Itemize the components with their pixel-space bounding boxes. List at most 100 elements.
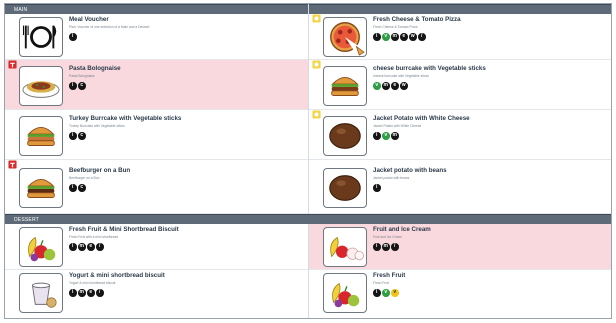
item-description: Plan: Voucher of one selection of a Main… bbox=[69, 25, 150, 29]
info-icon[interactable]: i bbox=[69, 289, 77, 297]
menu-card-yogurt-shortbread[interactable]: Yogurt & mini shortbread biscuit Yogurt … bbox=[5, 270, 308, 318]
egg-icon[interactable]: e bbox=[87, 289, 95, 297]
item-title: Fresh Fruit bbox=[373, 272, 406, 279]
allergen-icons: i c bbox=[69, 184, 86, 192]
celery-icon[interactable]: c bbox=[78, 184, 86, 192]
potato-icon bbox=[329, 175, 361, 201]
item-title: Jacket Potato with White Cheese bbox=[373, 115, 470, 122]
info-icon[interactable]: i bbox=[69, 33, 77, 41]
menu-card-cheese-burrcake[interactable]: cheese burrcake with Vegetable sticks ch… bbox=[309, 60, 611, 110]
top-pick-badge-icon bbox=[8, 60, 17, 69]
fruit-image bbox=[19, 227, 63, 267]
menu-card-pasta-bolognaise[interactable]: Pasta Bolognaise Pasta Bolognaise i c bbox=[5, 60, 308, 110]
egg-icon[interactable]: e bbox=[400, 33, 408, 41]
milk-icon[interactable]: m bbox=[391, 33, 399, 41]
vegetarian-icon[interactable]: v bbox=[382, 33, 390, 41]
allergen-icons: v m e w bbox=[373, 82, 408, 90]
allergen-icons: i v v bbox=[373, 289, 399, 297]
allergen-icons: i m e / bbox=[69, 289, 104, 297]
allergen-icons: i c bbox=[69, 82, 86, 90]
potato-image bbox=[323, 168, 367, 208]
fruit-ice-cream-image bbox=[323, 227, 367, 267]
menu-card-cheese-tomato-pizza[interactable]: Fresh Cheese & Tomato Pizza Fresh Cheese… bbox=[309, 14, 611, 60]
item-description: cheese burrcake with Vegetable sticks bbox=[373, 74, 429, 78]
burger-image bbox=[323, 66, 367, 106]
item-description: Jacket potato with beans bbox=[373, 176, 410, 180]
info-icon[interactable]: i bbox=[69, 184, 77, 192]
menu-card-fresh-fruit[interactable]: Fresh Fruit Fresh Fruit i v v bbox=[309, 270, 611, 318]
yogurt-icon bbox=[31, 282, 57, 308]
info-icon[interactable]: i bbox=[373, 289, 381, 297]
item-title: Beefburger on a Bun bbox=[69, 167, 131, 174]
mustard-icon[interactable]: / bbox=[96, 243, 104, 251]
info-icon[interactable]: i bbox=[373, 243, 381, 251]
menu-card-jacket-potato-cheese[interactable]: Jacket Potato with White Cheese Jacket P… bbox=[309, 110, 611, 160]
item-title: Pasta Bolognaise bbox=[69, 65, 121, 72]
plate-cutlery-icon bbox=[22, 25, 57, 49]
allergen-icons: i bbox=[373, 184, 381, 192]
item-title: Fresh Cheese & Tomato Pizza bbox=[373, 16, 461, 23]
pasta-icon bbox=[22, 81, 60, 98]
allergen-icons: i m / bbox=[373, 243, 399, 251]
allergen-icons: i c bbox=[69, 132, 86, 140]
item-description: Fresh Cheese & Tomato Pizza bbox=[373, 25, 418, 29]
vegetarian-icon[interactable]: v bbox=[373, 82, 381, 90]
burger-icon bbox=[331, 76, 359, 96]
menu-card-meal-voucher[interactable]: Meal Voucher Plan: Voucher of one select… bbox=[5, 14, 308, 60]
celery-icon[interactable]: c bbox=[78, 132, 86, 140]
milk-icon[interactable]: m bbox=[391, 132, 399, 140]
egg-icon[interactable]: e bbox=[87, 243, 95, 251]
fruit-bowl-icon bbox=[332, 282, 360, 308]
vegan-icon[interactable]: v bbox=[391, 289, 399, 297]
info-icon[interactable]: i bbox=[373, 33, 381, 41]
vegetarian-icon[interactable]: v bbox=[382, 132, 390, 140]
egg-icon[interactable]: e bbox=[391, 82, 399, 90]
milk-icon[interactable]: m bbox=[382, 82, 390, 90]
allergen-icons: i v m e w / bbox=[373, 33, 426, 41]
info-icon[interactable]: i bbox=[373, 132, 381, 140]
wheat-icon[interactable]: w bbox=[400, 82, 408, 90]
potato-icon bbox=[329, 123, 361, 149]
info-icon[interactable]: i bbox=[373, 184, 381, 192]
yogurt-image bbox=[19, 273, 63, 313]
fruit-bowl-icon bbox=[28, 236, 56, 262]
star-badge-icon bbox=[312, 110, 321, 119]
potato-image bbox=[323, 116, 367, 156]
pizza-image bbox=[323, 17, 367, 57]
info-icon[interactable]: i bbox=[69, 82, 77, 90]
burger-image bbox=[19, 168, 63, 208]
item-description: Fruit and Ice Cream bbox=[373, 235, 403, 239]
item-title: Jacket potato with beans bbox=[373, 167, 447, 174]
milk-icon[interactable]: m bbox=[382, 243, 390, 251]
mustard-icon[interactable]: / bbox=[391, 243, 399, 251]
menu-card-jacket-potato-beans[interactable]: Jacket potato with beans Jacket potato w… bbox=[309, 160, 611, 214]
milk-icon[interactable]: m bbox=[78, 289, 86, 297]
info-icon[interactable]: i bbox=[69, 132, 77, 140]
fruit-image bbox=[323, 273, 367, 313]
star-badge-icon bbox=[312, 60, 321, 69]
meal-voucher-image bbox=[19, 17, 63, 57]
star-badge-icon bbox=[312, 14, 321, 23]
wheat-icon[interactable]: w bbox=[409, 33, 417, 41]
item-description: Beefburger on a Bun bbox=[69, 176, 100, 180]
allergen-icons: i v m bbox=[373, 132, 399, 140]
menu-card-fruit-shortbread[interactable]: Fresh Fruit & Mini Shortbread Biscuit Fr… bbox=[5, 224, 308, 270]
item-description: Pasta Bolognaise bbox=[69, 74, 95, 78]
celery-icon[interactable]: c bbox=[78, 82, 86, 90]
item-description: Fresh Fruit with a mini shortbread bbox=[69, 235, 119, 239]
menu-card-fruit-ice-cream[interactable]: Fruit and Ice Cream Fruit and Ice Cream … bbox=[309, 224, 611, 270]
info-icon[interactable]: i bbox=[69, 243, 77, 251]
section-header-dessert: DESSERT bbox=[5, 214, 611, 224]
burger-image bbox=[19, 116, 63, 156]
mustard-icon[interactable]: / bbox=[96, 289, 104, 297]
top-pick-badge-icon bbox=[8, 160, 17, 169]
menu-card-turkey-burrcake[interactable]: Turkey Burrcake with Vegetable sticks Tu… bbox=[5, 110, 308, 160]
menu-card-beefburger[interactable]: Beefburger on a Bun Beefburger on a Bun … bbox=[5, 160, 308, 214]
vegetarian-icon[interactable]: v bbox=[382, 289, 390, 297]
mustard-icon[interactable]: / bbox=[418, 33, 426, 41]
item-title: Yogurt & mini shortbread biscuit bbox=[69, 272, 165, 279]
burger-icon bbox=[27, 126, 55, 146]
item-title: cheese burrcake with Vegetable sticks bbox=[373, 65, 486, 72]
item-description: Turkey Burrcake with Vegetable sticks bbox=[69, 124, 125, 128]
milk-icon[interactable]: m bbox=[78, 243, 86, 251]
